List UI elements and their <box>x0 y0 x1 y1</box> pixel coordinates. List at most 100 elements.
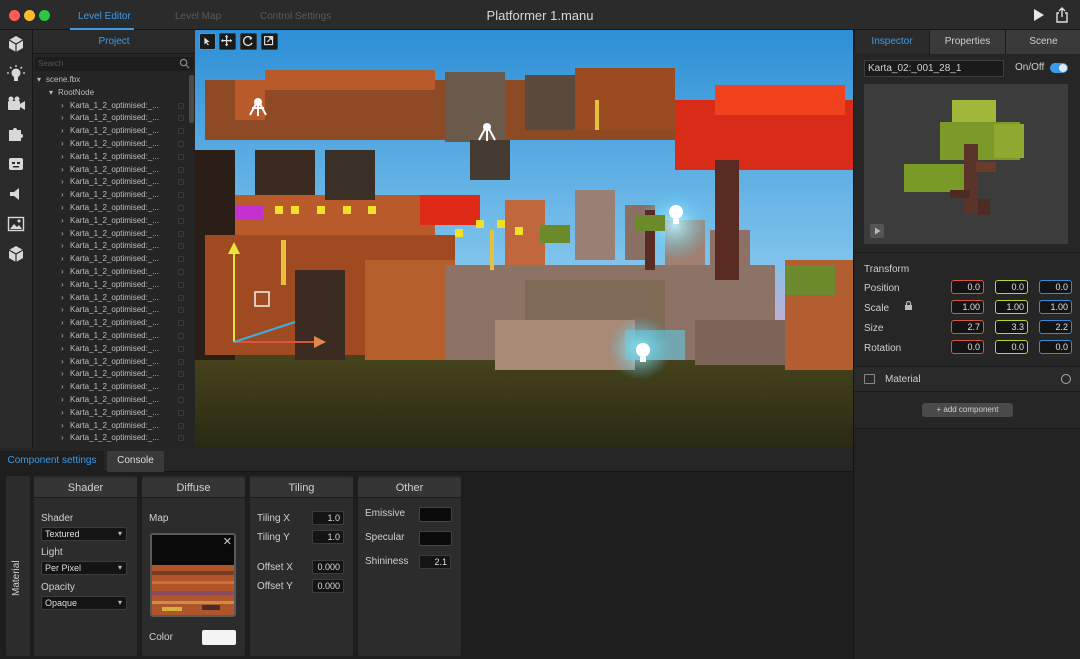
expand-arrow-icon[interactable]: › <box>61 189 70 202</box>
tree-node-item[interactable]: › Karta_1_2_optimised:_... <box>33 368 188 381</box>
opacity-dropdown[interactable]: Opaque <box>41 596 127 610</box>
visibility-toggle[interactable] <box>178 179 184 186</box>
rotation-y-field[interactable]: 0.0 <box>995 340 1028 354</box>
tab-level-editor[interactable]: Level Editor <box>78 11 131 22</box>
lock-icon[interactable] <box>904 301 913 310</box>
expand-arrow-icon[interactable]: › <box>61 292 70 305</box>
visibility-toggle[interactable] <box>178 332 184 339</box>
expand-arrow-icon[interactable]: › <box>61 356 70 369</box>
tree-node-item[interactable]: › Karta_1_2_optimised:_... <box>33 138 188 151</box>
diffuse-map-thumbnail[interactable]: ✕ <box>150 533 236 617</box>
expand-arrow-icon[interactable]: › <box>61 138 70 151</box>
visibility-toggle[interactable] <box>178 294 184 301</box>
minimize-window-button[interactable] <box>24 10 35 21</box>
camera-icon[interactable] <box>6 94 26 114</box>
tree-node-item[interactable]: › Karta_1_2_optimised:_... <box>33 432 188 445</box>
expand-arrow-icon[interactable]: › <box>61 100 70 113</box>
size-z-field[interactable]: 2.2 <box>1039 320 1072 334</box>
tree-node-item[interactable]: › Karta_1_2_optimised:_... <box>33 279 188 292</box>
tab-inspector[interactable]: Inspector <box>854 30 929 54</box>
visibility-toggle[interactable] <box>178 307 184 314</box>
visibility-toggle[interactable] <box>178 243 184 250</box>
visibility-toggle[interactable] <box>178 371 184 378</box>
visibility-toggle[interactable] <box>178 102 184 109</box>
expand-arrow-icon[interactable]: › <box>61 381 70 394</box>
expand-arrow-icon[interactable]: › <box>61 368 70 381</box>
tree-node-item[interactable]: › Karta_1_2_optimised:_... <box>33 266 188 279</box>
tree-node-item[interactable]: › Karta_1_2_optimised:_... <box>33 189 188 202</box>
tree-node-item[interactable]: › Karta_1_2_optimised:_... <box>33 356 188 369</box>
tree-node-root-file[interactable]: ▾ scene.fbx <box>33 74 188 87</box>
tree-node-item[interactable]: › Karta_1_2_optimised:_... <box>33 253 188 266</box>
visibility-toggle[interactable] <box>178 281 184 288</box>
visibility-toggle[interactable] <box>178 409 184 416</box>
tab-level-map[interactable]: Level Map <box>175 11 221 22</box>
zoom-window-button[interactable] <box>39 10 50 21</box>
tree-node-item[interactable]: › Karta_1_2_optimised:_... <box>33 151 188 164</box>
move-tool-button[interactable] <box>219 33 236 50</box>
expand-arrow-icon[interactable]: › <box>61 407 70 420</box>
expand-arrow-icon[interactable]: › <box>61 330 70 343</box>
position-y-field[interactable]: 0.0 <box>995 280 1028 294</box>
expand-arrow-icon[interactable]: › <box>61 151 70 164</box>
expand-arrow-icon[interactable]: › <box>61 240 70 253</box>
expand-arrow-icon[interactable]: › <box>61 420 70 433</box>
material-component-row[interactable]: Material <box>854 366 1080 392</box>
visibility-toggle[interactable] <box>178 358 184 365</box>
rotation-z-field[interactable]: 0.0 <box>1039 340 1072 354</box>
visibility-toggle[interactable] <box>178 435 184 442</box>
expand-arrow-icon[interactable]: › <box>61 253 70 266</box>
emissive-color-swatch[interactable] <box>419 507 452 522</box>
material-toggle[interactable] <box>1061 374 1071 384</box>
tree-node-item[interactable]: › Karta_1_2_optimised:_... <box>33 125 188 138</box>
rotation-x-field[interactable]: 0.0 <box>951 340 984 354</box>
expand-arrow-icon[interactable]: › <box>61 432 70 445</box>
tree-node-item[interactable]: › Karta_1_2_optimised:_... <box>33 407 188 420</box>
object-name-field[interactable]: Karta_02:_001_28_1 <box>864 60 1004 77</box>
position-z-field[interactable]: 0.0 <box>1039 280 1072 294</box>
light-bulb-icon[interactable] <box>6 64 26 84</box>
visibility-toggle[interactable] <box>178 115 184 122</box>
tab-scene[interactable]: Scene <box>1005 30 1080 54</box>
expand-arrow-icon[interactable]: › <box>61 112 70 125</box>
tree-node-item[interactable]: › Karta_1_2_optimised:_... <box>33 215 188 228</box>
visibility-toggle[interactable] <box>178 153 184 160</box>
puzzle-icon[interactable] <box>6 124 26 144</box>
visibility-toggle[interactable] <box>178 204 184 211</box>
tree-node-item[interactable]: › Karta_1_2_optimised:_... <box>33 343 188 356</box>
speaker-icon[interactable] <box>6 184 26 204</box>
share-icon[interactable] <box>1053 6 1071 24</box>
scale-tool-button[interactable] <box>261 33 278 50</box>
play-icon[interactable] <box>1029 6 1047 24</box>
shininess-field[interactable]: 2.1 <box>419 555 451 569</box>
shader-dropdown[interactable]: Textured <box>41 527 127 541</box>
size-x-field[interactable]: 2.7 <box>951 320 984 334</box>
project-scrollbar[interactable] <box>189 75 194 123</box>
visibility-toggle[interactable] <box>178 230 184 237</box>
box-icon[interactable] <box>6 244 26 264</box>
tree-node-rootnode[interactable]: ▾ RootNode <box>33 87 188 100</box>
expand-arrow-icon[interactable]: › <box>61 215 70 228</box>
visibility-toggle[interactable] <box>178 256 184 263</box>
expand-arrow-icon[interactable]: › <box>61 304 70 317</box>
visibility-toggle[interactable] <box>178 320 184 327</box>
tree-node-item[interactable]: › Karta_1_2_optimised:_... <box>33 164 188 177</box>
visibility-toggle[interactable] <box>178 217 184 224</box>
visibility-toggle[interactable] <box>178 192 184 199</box>
close-window-button[interactable] <box>9 10 20 21</box>
visibility-toggle[interactable] <box>178 140 184 147</box>
expand-arrow-icon[interactable]: › <box>61 394 70 407</box>
tiling-y-field[interactable]: 1.0 <box>312 530 344 544</box>
expand-arrow-icon[interactable]: › <box>61 279 70 292</box>
expand-arrow-icon[interactable]: ▾ <box>37 74 46 87</box>
visibility-toggle[interactable] <box>178 128 184 135</box>
tree-node-item[interactable]: › Karta_1_2_optimised:_... <box>33 394 188 407</box>
tree-node-item[interactable]: › Karta_1_2_optimised:_... <box>33 100 188 113</box>
preview-play-icon[interactable] <box>870 224 884 238</box>
expand-arrow-icon[interactable]: › <box>61 343 70 356</box>
tree-node-item[interactable]: › Karta_1_2_optimised:_... <box>33 202 188 215</box>
tree-node-item[interactable]: › Karta_1_2_optimised:_... <box>33 420 188 433</box>
onoff-toggle[interactable] <box>1050 63 1068 73</box>
visibility-toggle[interactable] <box>178 345 184 352</box>
specular-color-swatch[interactable] <box>419 531 452 546</box>
